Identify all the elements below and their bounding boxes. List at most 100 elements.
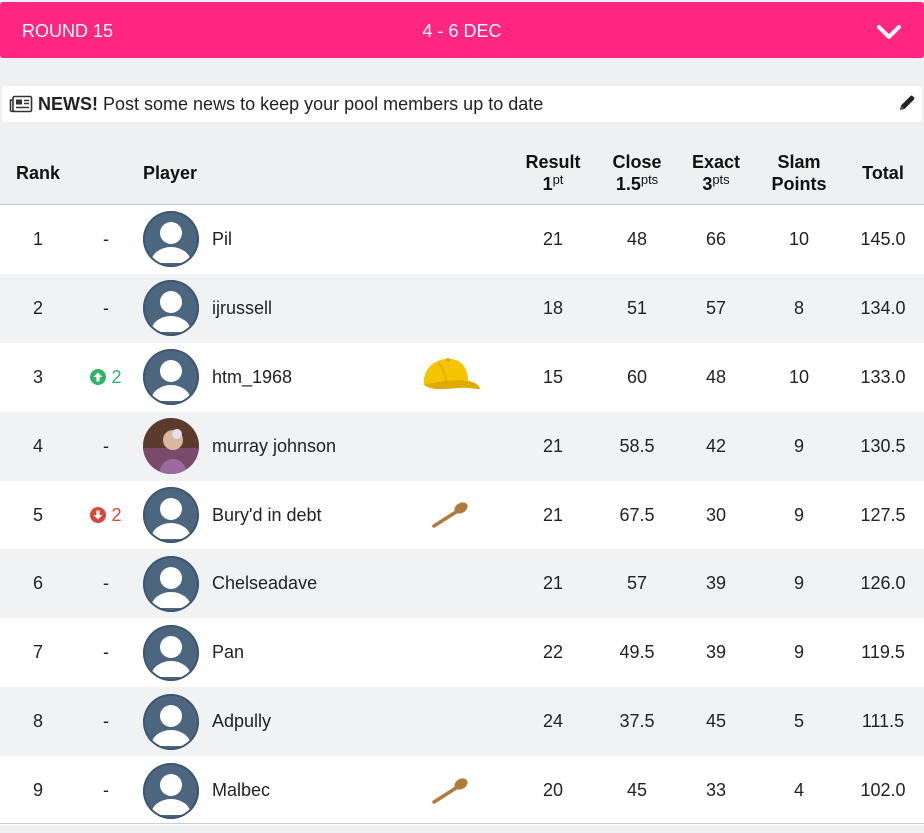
header-rank[interactable]: Rank <box>8 162 68 184</box>
round-header[interactable]: ROUND 15 4 - 6 DEC <box>0 2 924 58</box>
avatar-cell[interactable] <box>143 687 199 756</box>
rank-change-value: 2 <box>111 366 122 387</box>
user-avatar-icon[interactable] <box>143 349 199 406</box>
total-points: 102.0 <box>860 780 906 801</box>
user-photo-avatar[interactable] <box>143 418 199 475</box>
rank-change: - <box>72 549 140 618</box>
exact-points: 39 <box>705 573 727 594</box>
rank-cell: 4 <box>32 435 43 456</box>
rank-cell: 9 <box>32 780 43 801</box>
badge-cell <box>412 205 488 274</box>
badge-cell <box>412 756 488 825</box>
close-points: 45 <box>626 780 648 801</box>
table-row[interactable]: 2 - ijrussell 18 51 57 8 134.0 <box>0 273 924 343</box>
close-points: 67.5 <box>619 504 655 525</box>
total-points: 145.0 <box>860 228 906 249</box>
close-points: 57 <box>626 573 648 594</box>
avatar-cell[interactable] <box>143 343 199 412</box>
user-avatar-icon[interactable] <box>143 487 199 543</box>
slam-points: 5 <box>793 711 804 732</box>
slam-points: 9 <box>793 435 804 456</box>
rank-change: - <box>72 687 140 756</box>
player-name[interactable]: Bury'd in debt <box>212 481 412 550</box>
avatar-cell[interactable] <box>143 481 199 550</box>
header-exact[interactable]: Exact 3pts <box>676 151 756 195</box>
result-points: 20 <box>542 780 564 801</box>
user-avatar-icon[interactable] <box>143 762 199 819</box>
avatar-cell[interactable] <box>143 205 199 274</box>
table-row[interactable]: 1 - Pil 21 48 66 10 145.0 <box>0 205 924 274</box>
player-name[interactable]: Pil <box>212 205 412 274</box>
player-name[interactable]: Pan <box>212 618 412 687</box>
player-name[interactable]: Chelseadave <box>212 549 412 618</box>
rank-change-value: - <box>103 780 109 801</box>
total-points: 130.5 <box>860 435 906 456</box>
slam-points: 9 <box>793 573 804 594</box>
standings-table: Rank Player Result 1pt Close 1.5pts Exac… <box>0 138 924 826</box>
avatar-cell[interactable] <box>143 618 199 687</box>
header-total[interactable]: Total <box>843 162 923 184</box>
news-bar: NEWS! Post some news to keep your pool m… <box>2 86 922 122</box>
total-points: 126.0 <box>860 573 906 594</box>
player-name[interactable]: Adpully <box>212 687 412 756</box>
total-points: 133.0 <box>860 366 906 387</box>
close-points: 48 <box>626 228 648 249</box>
rank-cell: 8 <box>32 711 43 732</box>
rank-cell: 1 <box>32 228 43 249</box>
rank-change: 2 <box>72 343 140 412</box>
total-points: 134.0 <box>860 297 906 318</box>
header-result[interactable]: Result 1pt <box>513 151 593 195</box>
news-label: NEWS! <box>38 94 98 114</box>
avatar-cell[interactable] <box>143 549 199 618</box>
rank-change-value: - <box>103 711 109 732</box>
badge-cell <box>412 481 488 550</box>
slam-points: 8 <box>793 297 804 318</box>
wooden-spoon-icon <box>430 776 470 806</box>
table-row[interactable]: 8 - Adpully 24 37.5 45 5 111.5 <box>0 687 924 757</box>
table-row[interactable]: 4 - murray johnson 21 58.5 42 9 130.5 <box>0 411 924 481</box>
exact-points: 42 <box>705 435 727 456</box>
user-avatar-icon[interactable] <box>143 280 199 337</box>
user-avatar-icon[interactable] <box>143 693 199 750</box>
player-name[interactable]: Malbec <box>212 756 412 825</box>
exact-points: 48 <box>705 366 727 387</box>
badge-cell <box>412 549 488 618</box>
avatar-cell[interactable] <box>143 412 199 481</box>
table-row[interactable]: 9 - Malbec 20 45 33 4 102.0 <box>0 756 924 826</box>
rank-change: - <box>72 618 140 687</box>
news-message: NEWS! Post some news to keep your pool m… <box>38 94 543 115</box>
player-name[interactable]: htm_1968 <box>212 343 412 412</box>
user-avatar-icon[interactable] <box>143 555 199 612</box>
player-name[interactable]: murray johnson <box>212 412 412 481</box>
table-row[interactable]: 3 2 htm_1968 15 60 48 10 133.0 <box>0 342 924 412</box>
header-close[interactable]: Close 1.5pts <box>597 151 677 195</box>
player-name[interactable]: ijrussell <box>212 274 412 343</box>
close-points: 58.5 <box>619 435 655 456</box>
table-row[interactable]: 5 2 Bury'd in debt 21 67.5 30 9 127.5 <box>0 480 924 550</box>
rank-cell: 2 <box>32 297 43 318</box>
header-slam-points[interactable]: Slam Points <box>759 151 839 195</box>
avatar-cell[interactable] <box>143 756 199 825</box>
chevron-down-icon[interactable] <box>876 19 902 43</box>
table-bottom-divider <box>0 823 924 824</box>
rank-cell: 5 <box>32 504 43 525</box>
slam-points: 9 <box>793 642 804 663</box>
news-text: Post some news to keep your pool members… <box>103 94 544 114</box>
close-points: 51 <box>626 297 648 318</box>
arrow-up-icon <box>90 369 111 386</box>
exact-points: 39 <box>705 642 727 663</box>
result-points: 24 <box>542 711 564 732</box>
user-avatar-icon[interactable] <box>143 211 199 268</box>
table-row[interactable]: 6 - Chelseadave 21 57 39 9 126.0 <box>0 549 924 619</box>
avatar-cell[interactable] <box>143 274 199 343</box>
header-player[interactable]: Player <box>143 162 203 184</box>
exact-points: 33 <box>705 780 727 801</box>
rank-change: - <box>72 274 140 343</box>
result-points: 22 <box>542 642 564 663</box>
pencil-icon[interactable] <box>898 94 916 112</box>
user-avatar-icon[interactable] <box>143 624 199 681</box>
table-body: 1- Pil 21 48 66 10 145.0 2- ijrussell 18 51 57 8 134.… <box>0 205 924 826</box>
slam-points: 10 <box>788 228 810 249</box>
table-row[interactable]: 7 - Pan 22 49.5 39 9 119.5 <box>0 618 924 688</box>
result-points: 15 <box>542 366 564 387</box>
